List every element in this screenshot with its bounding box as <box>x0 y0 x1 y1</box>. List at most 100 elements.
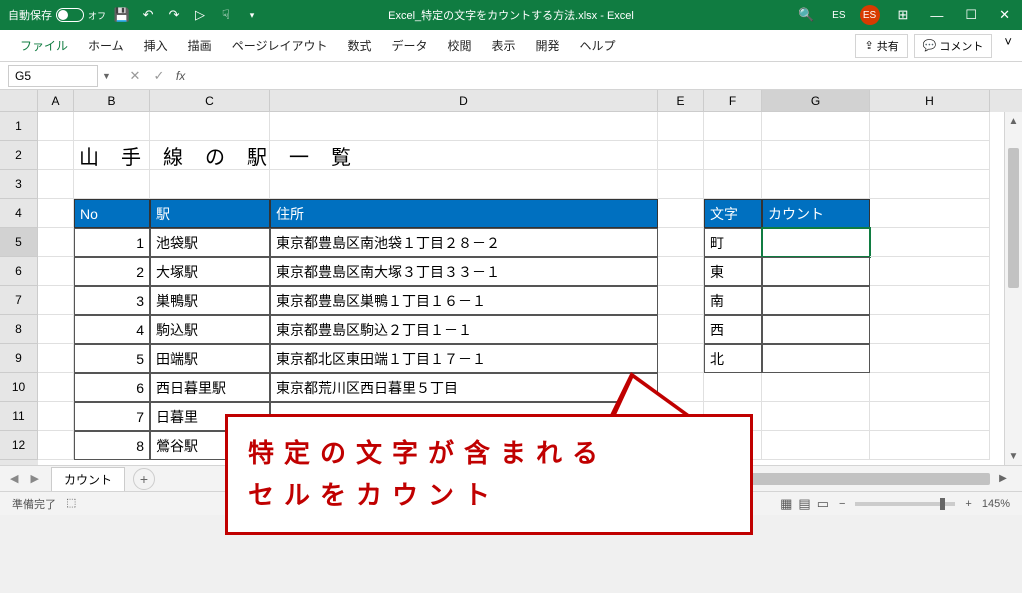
cell[interactable]: 田端駅 <box>150 344 270 373</box>
cell[interactable] <box>870 112 990 141</box>
cell[interactable] <box>150 141 270 170</box>
cell[interactable]: 西 <box>704 315 762 344</box>
view-normal-icon[interactable]: ▦ <box>780 496 792 512</box>
name-box-arrow-icon[interactable]: ▼ <box>102 71 111 81</box>
redo-icon[interactable]: ↷ <box>166 7 182 23</box>
cell[interactable] <box>658 170 704 199</box>
th-no[interactable]: No <box>74 199 150 228</box>
cell[interactable] <box>704 373 762 402</box>
cell[interactable] <box>38 402 74 431</box>
cell[interactable] <box>38 112 74 141</box>
col-header[interactable]: D <box>270 90 658 112</box>
user-avatar[interactable]: ES <box>860 5 880 25</box>
cell[interactable] <box>658 141 704 170</box>
menu-draw[interactable]: 描画 <box>178 33 222 58</box>
cell[interactable] <box>870 431 990 460</box>
menu-pagelayout[interactable]: ページレイアウト <box>222 33 338 58</box>
col-header[interactable]: H <box>870 90 990 112</box>
cell[interactable] <box>762 402 870 431</box>
cell[interactable] <box>762 257 870 286</box>
cell[interactable]: 2 <box>74 257 150 286</box>
vertical-scrollbar[interactable]: ▲ ▼ <box>1004 112 1022 465</box>
cell[interactable] <box>762 141 870 170</box>
cell[interactable] <box>762 170 870 199</box>
macro-rec-icon[interactable]: ⬚ <box>66 496 76 512</box>
cell[interactable] <box>870 373 990 402</box>
cell[interactable]: 池袋駅 <box>150 228 270 257</box>
cell[interactable] <box>150 170 270 199</box>
cell[interactable]: 南 <box>704 286 762 315</box>
cell[interactable] <box>658 315 704 344</box>
col-header[interactable]: G <box>762 90 870 112</box>
cell[interactable] <box>870 228 990 257</box>
menu-formulas[interactable]: 数式 <box>337 33 381 58</box>
cell[interactable]: 東京都豊島区南池袋１丁目２８－２ <box>270 228 658 257</box>
cell[interactable] <box>38 431 74 460</box>
cell[interactable] <box>270 112 658 141</box>
col-header[interactable]: F <box>704 90 762 112</box>
cell[interactable] <box>38 344 74 373</box>
col-header[interactable]: E <box>658 90 704 112</box>
qat-more-icon[interactable]: ▾ <box>244 7 260 23</box>
cancel-icon[interactable]: ✕ <box>123 65 147 87</box>
cursor-icon[interactable]: ▷ <box>192 7 208 23</box>
cell[interactable] <box>658 199 704 228</box>
cell[interactable]: 大塚駅 <box>150 257 270 286</box>
select-all-corner[interactable] <box>0 90 38 112</box>
search-icon[interactable]: 🔍 <box>794 5 818 25</box>
cell[interactable]: 東 <box>704 257 762 286</box>
col-header[interactable]: B <box>74 90 150 112</box>
cell[interactable]: 7 <box>74 402 150 431</box>
cell[interactable] <box>270 141 658 170</box>
row-header[interactable]: 7 <box>0 286 38 315</box>
cell[interactable] <box>658 286 704 315</box>
scroll-down-icon[interactable]: ▼ <box>1005 447 1022 465</box>
cell[interactable] <box>870 286 990 315</box>
sheet-prev-icon[interactable]: ◀ <box>10 472 18 485</box>
name-box[interactable] <box>8 65 98 87</box>
row-header[interactable]: 3 <box>0 170 38 199</box>
cell[interactable] <box>870 402 990 431</box>
cell[interactable] <box>658 112 704 141</box>
cell[interactable] <box>704 170 762 199</box>
cell[interactable] <box>74 112 150 141</box>
menu-file[interactable]: ファイル <box>10 33 78 58</box>
cell[interactable]: 東京都荒川区西日暮里５丁目 <box>270 373 658 402</box>
cell[interactable] <box>762 112 870 141</box>
comment-button[interactable]: 💬コメント <box>914 34 993 58</box>
cell[interactable] <box>38 199 74 228</box>
cell[interactable] <box>762 344 870 373</box>
cell[interactable]: 8 <box>74 431 150 460</box>
th-station[interactable]: 駅 <box>150 199 270 228</box>
cell[interactable] <box>762 373 870 402</box>
scroll-up-icon[interactable]: ▲ <box>1005 112 1022 130</box>
row-header[interactable]: 1 <box>0 112 38 141</box>
share-button[interactable]: ⇪共有 <box>855 34 907 58</box>
cell[interactable] <box>74 170 150 199</box>
zoom-thumb[interactable] <box>940 498 945 510</box>
view-pagebreak-icon[interactable]: ▭ <box>817 496 829 512</box>
cell[interactable] <box>658 257 704 286</box>
sheet-next-icon[interactable]: ▶ <box>30 472 38 485</box>
formula-input[interactable] <box>190 65 1014 87</box>
cell[interactable]: 東京都北区東田端１丁目１７－１ <box>270 344 658 373</box>
cell[interactable]: 町 <box>704 228 762 257</box>
scroll-right-icon[interactable]: ▶ <box>994 473 1012 484</box>
menu-home[interactable]: ホーム <box>78 33 134 58</box>
maximize-icon[interactable]: ☐ <box>961 5 981 25</box>
minimize-icon[interactable]: — <box>926 6 947 25</box>
cell[interactable] <box>38 373 74 402</box>
cell[interactable] <box>658 344 704 373</box>
zoom-in-icon[interactable]: + <box>965 498 971 510</box>
cell[interactable] <box>38 141 74 170</box>
cell[interactable] <box>870 257 990 286</box>
row-header[interactable]: 9 <box>0 344 38 373</box>
cell[interactable]: 東京都豊島区巣鴨１丁目１６－１ <box>270 286 658 315</box>
zoom-out-icon[interactable]: − <box>839 498 845 510</box>
row-header[interactable]: 4 <box>0 199 38 228</box>
cell[interactable] <box>38 315 74 344</box>
th-count[interactable]: カウント <box>762 199 870 228</box>
cell[interactable]: 3 <box>74 286 150 315</box>
cell[interactable] <box>270 170 658 199</box>
cell-selected[interactable] <box>762 228 870 257</box>
